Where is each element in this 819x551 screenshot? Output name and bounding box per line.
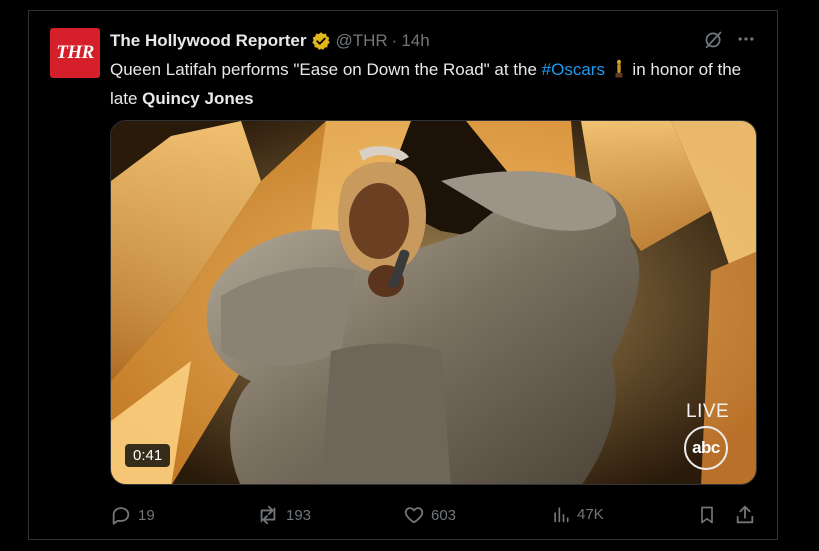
author-name[interactable]: The Hollywood Reporter [110,31,306,51]
views-icon [551,504,571,524]
timestamp[interactable]: 14h [401,31,429,51]
reply-icon [110,504,132,526]
like-icon [403,504,425,526]
oscar-statue-emoji [613,59,625,86]
abc-logo-text: abc [692,438,720,457]
author-handle[interactable]: @THR [335,31,387,51]
repost-button[interactable]: 193 [256,504,311,526]
more-icon[interactable] [735,28,757,50]
tweet-card[interactable]: THR The Hollywood Reporter @THR · 14h Qu… [28,10,778,540]
like-count: 603 [431,506,457,524]
live-label: LIVE [686,401,730,422]
divider-top [29,10,777,11]
video-player[interactable]: 0:41 LIVE abc [110,120,757,485]
share-icon [734,504,756,526]
reply-count: 19 [138,506,155,524]
view-count: 47K [577,505,604,523]
repost-icon [256,504,280,526]
repost-count: 193 [286,506,312,524]
video-duration: 0:41 [125,444,171,467]
action-bar: 19 193 603 47K [110,504,760,528]
separator-dot: · [391,31,398,50]
bookmark-icon [697,504,717,526]
views-button[interactable]: 47K [551,504,604,524]
tweet-header: The Hollywood Reporter @THR · 14h [110,30,430,52]
video-frame [111,121,756,484]
tweet-text-part1: Queen Latifah performs "Ease on Down the… [110,60,542,79]
avatar[interactable]: THR [50,28,100,78]
divider-bottom [29,539,777,540]
reply-button[interactable]: 19 [110,504,155,526]
bookmark-button[interactable] [697,504,723,526]
avatar-logo-text: THR [56,42,94,63]
share-button[interactable] [734,504,762,526]
verified-badge-icon[interactable] [311,31,331,51]
grok-icon[interactable] [702,28,724,50]
tweet-text-bold-name: Quincy Jones [142,89,254,108]
hashtag-link[interactable]: #Oscars [542,60,605,79]
like-button[interactable]: 603 [403,504,456,526]
abc-network-logo: abc [684,426,728,470]
tweet-text: Queen Latifah performs "Ease on Down the… [110,57,750,112]
